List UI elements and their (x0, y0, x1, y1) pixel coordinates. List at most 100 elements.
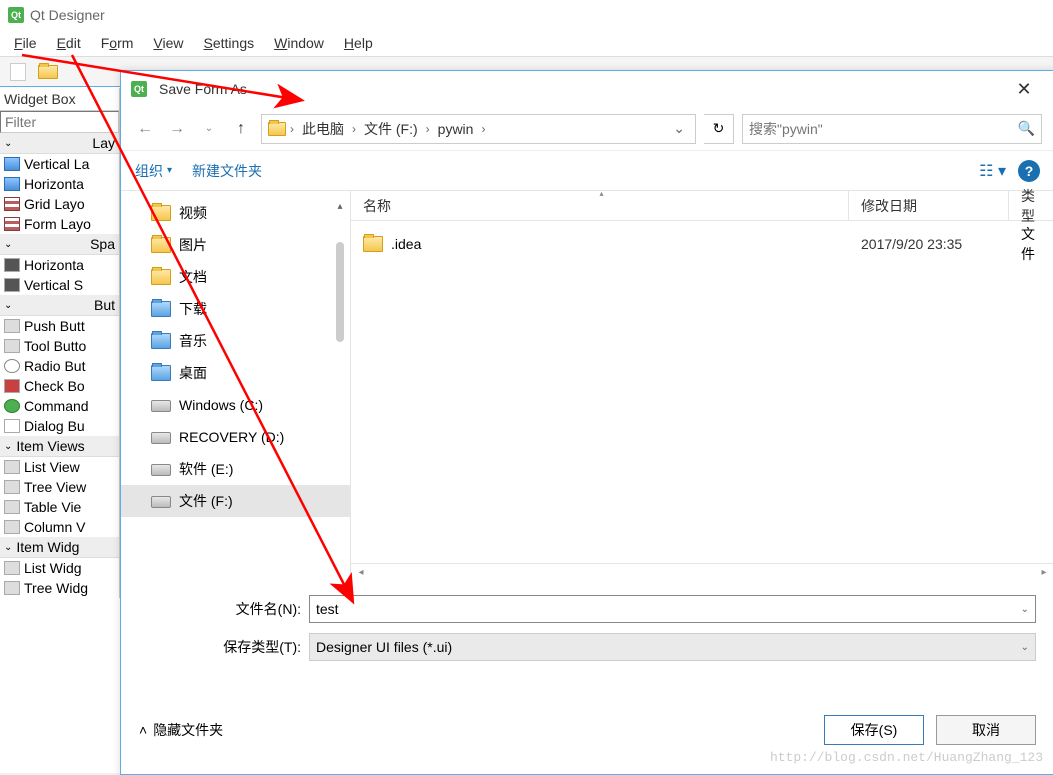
hide-folders-button[interactable]: ˄ 隐藏文件夹 (139, 720, 223, 740)
file-name: .idea (391, 236, 421, 252)
widget-list-widget[interactable]: List Widg (0, 558, 119, 578)
widget-dialog-button-box[interactable]: Dialog Bu (0, 416, 119, 436)
widget-horizontal-spacer[interactable]: Horizonta (0, 255, 119, 275)
breadcrumb-pc[interactable]: 此电脑 (298, 117, 348, 141)
breadcrumb-folder-icon (268, 122, 286, 136)
search-icon[interactable]: 🔍 (1018, 120, 1035, 137)
refresh-button[interactable]: ↻ (704, 114, 734, 144)
save-button[interactable]: 保存(S) (824, 715, 924, 745)
new-folder-button[interactable]: 新建文件夹 (192, 161, 262, 181)
tree-drive-f[interactable]: 文件 (F:) (121, 485, 350, 517)
menubar: File Edit Form View Settings Window Help (0, 30, 1053, 56)
category-layouts[interactable]: ⌄Lay (0, 133, 119, 154)
tree-drive-e[interactable]: 软件 (E:) (121, 453, 350, 485)
column-date[interactable]: 修改日期 (849, 191, 1009, 220)
tree-pictures[interactable]: 图片 (121, 229, 350, 261)
scroll-right-icon[interactable]: ▸ (1036, 567, 1052, 578)
sort-indicator-icon: ▴ (600, 189, 604, 198)
tree-music[interactable]: 音乐 (121, 325, 350, 357)
widget-table-view[interactable]: Table Vie (0, 497, 119, 517)
view-mode-button[interactable]: ☷ ▾ (979, 161, 1006, 181)
tree-documents[interactable]: 文档 (121, 261, 350, 293)
watermark: http://blog.csdn.net/HuangZhang_123 (770, 750, 1043, 765)
open-file-button[interactable] (36, 60, 60, 84)
filename-input[interactable] (316, 601, 1015, 617)
file-type: 文件 (1009, 224, 1053, 264)
chevron-right-icon: › (481, 122, 485, 136)
folder-tree: 视频 图片 文档 下载 音乐 桌面 Windows (C:) RECOVERY … (121, 191, 351, 581)
menu-edit[interactable]: Edit (47, 33, 91, 53)
widget-box-title: Widget Box (0, 88, 119, 111)
dialog-titlebar[interactable]: Qt Save Form As ✕ (121, 71, 1053, 107)
chevron-up-icon: ˄ (139, 722, 147, 738)
file-list[interactable]: .idea 2017/9/20 23:35 文件 (351, 221, 1053, 563)
file-date: 2017/9/20 23:35 (849, 236, 1009, 252)
widget-grid-layout[interactable]: Grid Layo (0, 194, 119, 214)
recent-button[interactable]: ⌄ (197, 117, 221, 141)
horizontal-scrollbar[interactable]: ◂ ▸ (351, 563, 1053, 581)
widget-column-view[interactable]: Column V (0, 517, 119, 537)
breadcrumb-dropdown[interactable]: ⌄ (669, 120, 689, 137)
back-button[interactable]: ← (133, 117, 157, 141)
breadcrumb[interactable]: › 此电脑 › 文件 (F:) › pywin › ⌄ (261, 114, 696, 144)
menu-form[interactable]: Form (91, 33, 144, 53)
up-button[interactable]: ↑ (229, 117, 253, 141)
column-name[interactable]: 名称▴ (351, 191, 849, 220)
file-header: 名称▴ 修改日期 类型 (351, 191, 1053, 221)
widget-horizontal-layout[interactable]: Horizonta (0, 174, 119, 194)
widget-push-button[interactable]: Push Butt (0, 316, 119, 336)
widget-tree-widget[interactable]: Tree Widg (0, 578, 119, 598)
widget-radio-button[interactable]: Radio But (0, 356, 119, 376)
filename-dropdown-icon[interactable]: ⌄ (1015, 604, 1029, 615)
menu-window[interactable]: Window (264, 33, 334, 53)
tree-videos[interactable]: 视频 (121, 197, 350, 229)
breadcrumb-drive[interactable]: 文件 (F:) (360, 117, 422, 141)
tree-drive-c[interactable]: Windows (C:) (121, 389, 350, 421)
tree-scrollbar[interactable]: ▴ (332, 201, 348, 372)
folder-icon (363, 236, 383, 252)
widget-command-link[interactable]: Command (0, 396, 119, 416)
scroll-left-icon[interactable]: ◂ (353, 567, 369, 578)
menu-help[interactable]: Help (334, 33, 383, 53)
widget-list-view[interactable]: List View (0, 457, 119, 477)
close-button[interactable]: ✕ (1004, 74, 1044, 104)
dialog-nav: ← → ⌄ ↑ › 此电脑 › 文件 (F:) › pywin › ⌄ ↻ 🔍 (121, 107, 1053, 151)
widget-vertical-layout[interactable]: Vertical La (0, 154, 119, 174)
category-item-views[interactable]: ⌄Item Views (0, 436, 119, 457)
scroll-thumb[interactable] (336, 242, 344, 342)
widget-vertical-spacer[interactable]: Vertical S (0, 275, 119, 295)
widget-form-layout[interactable]: Form Layo (0, 214, 119, 234)
category-item-widgets[interactable]: ⌄Item Widg (0, 537, 119, 558)
chevron-right-icon: › (352, 122, 356, 136)
search-input[interactable] (749, 121, 1018, 137)
save-dialog: Qt Save Form As ✕ ← → ⌄ ↑ › 此电脑 › 文件 (F:)… (120, 70, 1053, 775)
cancel-button[interactable]: 取消 (936, 715, 1036, 745)
dialog-app-icon: Qt (131, 81, 147, 97)
menu-settings[interactable]: Settings (194, 33, 265, 53)
search-box[interactable]: 🔍 (742, 114, 1042, 144)
widget-filter-input[interactable] (0, 111, 119, 133)
breadcrumb-folder[interactable]: pywin (434, 119, 478, 139)
dialog-title-text: Save Form As (159, 81, 247, 97)
filetype-label: 保存类型(T): (139, 637, 309, 657)
widget-tree-view[interactable]: Tree View (0, 477, 119, 497)
scroll-up-icon[interactable]: ▴ (337, 201, 342, 212)
help-button[interactable]: ? (1018, 160, 1040, 182)
organize-button[interactable]: 组织▾ (135, 161, 172, 181)
menu-view[interactable]: View (143, 33, 193, 53)
category-buttons[interactable]: ⌄But (0, 295, 119, 316)
tree-desktop[interactable]: 桌面 (121, 357, 350, 389)
widget-tool-button[interactable]: Tool Butto (0, 336, 119, 356)
chevron-right-icon: › (290, 122, 294, 136)
column-type[interactable]: 类型 (1009, 191, 1053, 220)
new-file-button[interactable] (6, 60, 30, 84)
tree-downloads[interactable]: 下载 (121, 293, 350, 325)
file-row[interactable]: .idea 2017/9/20 23:35 文件 (351, 229, 1053, 259)
category-spacers[interactable]: ⌄Spa (0, 234, 119, 255)
tree-drive-d[interactable]: RECOVERY (D:) (121, 421, 350, 453)
filetype-select[interactable]: Designer UI files (*.ui) ⌄ (309, 633, 1036, 661)
menu-file[interactable]: File (4, 33, 47, 53)
widget-check-box[interactable]: Check Bo (0, 376, 119, 396)
forward-button: → (165, 117, 189, 141)
main-titlebar: Qt Qt Designer (0, 0, 1053, 30)
